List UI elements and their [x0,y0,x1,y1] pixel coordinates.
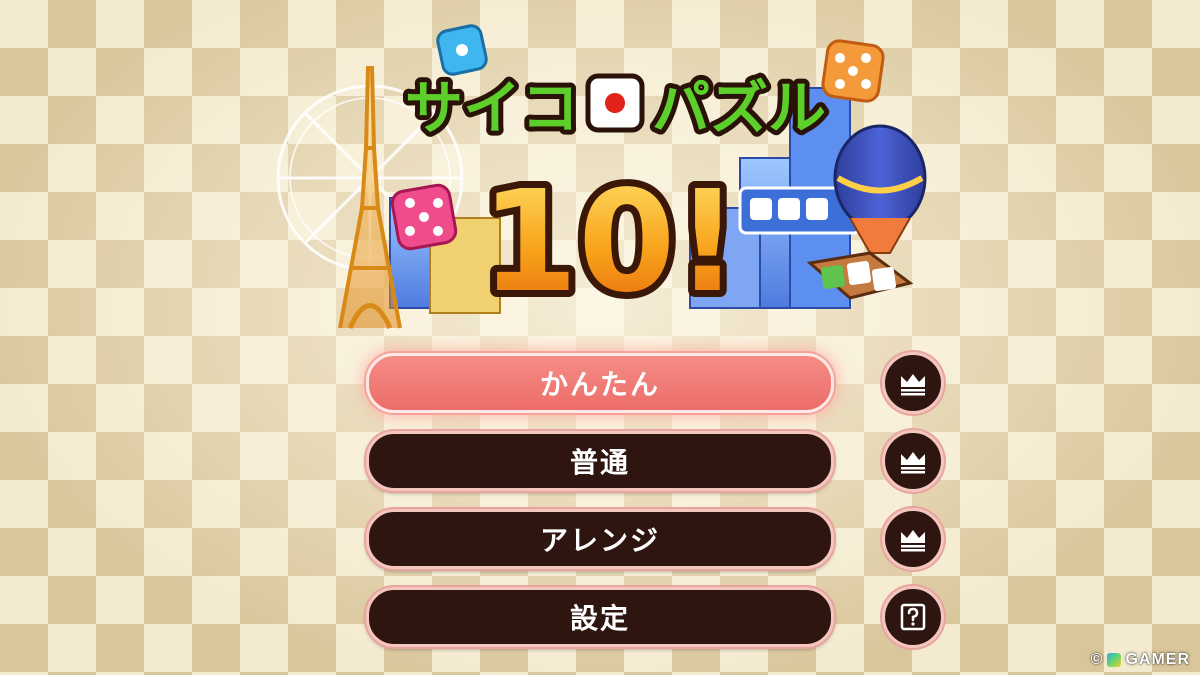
watermark: © GAMER [1091,651,1190,669]
ranking-button-normal[interactable] [882,430,944,492]
menu-row-settings: 設定 [366,586,946,665]
title-kana: サイコ パズル [400,69,831,147]
menu-button-easy[interactable]: かんたん [366,353,834,413]
game-logo: サイコ パズル 10! [270,24,950,348]
copyright-symbol: © [1090,651,1104,668]
help-icon [900,603,926,631]
menu-button-settings[interactable]: 設定 [366,587,834,647]
crown-icon [901,530,925,552]
dice-blue [436,24,488,76]
help-button[interactable] [882,586,944,648]
menu-button-arrange[interactable]: アレンジ [366,509,834,569]
gamer-logo-icon [1107,653,1122,667]
title-kana-right: パズル [652,74,826,142]
crown-icon [901,374,925,396]
main-menu: かんたん 普通 アレンジ 設定 [366,352,946,665]
title-kana-left: サイコ [405,74,579,142]
dice-orange [821,39,885,103]
ranking-button-arrange[interactable] [882,508,944,570]
logo-artwork: サイコ パズル 10! [276,24,927,331]
menu-row-normal: 普通 [366,430,946,509]
ranking-button-easy[interactable] [882,352,944,414]
menu-button-normal[interactable]: 普通 [366,431,834,491]
watermark-brand: GAMER [1125,651,1190,668]
title-number: 10! [481,161,740,324]
menu-row-easy: かんたん [366,352,946,431]
dice-pink [390,183,458,251]
crown-icon [901,452,925,474]
menu-row-arrange: アレンジ [366,508,946,587]
